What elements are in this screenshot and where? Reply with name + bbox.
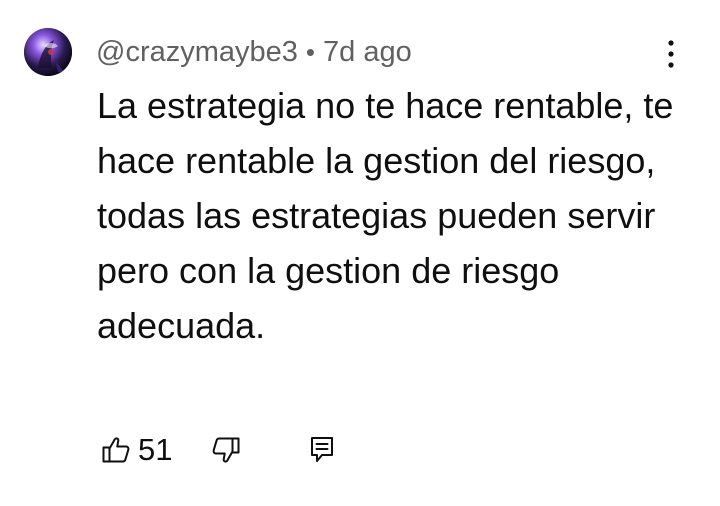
- avatar-image: [24, 28, 72, 76]
- thumbs-down-icon: [213, 437, 240, 463]
- comment-timestamp[interactable]: 7d ago: [323, 36, 412, 69]
- dislike-button[interactable]: [206, 430, 246, 470]
- comment-meta: @crazymaybe3 • 7d ago: [96, 34, 412, 70]
- comment-actions: 51: [96, 428, 342, 472]
- more-options-button[interactable]: [656, 38, 686, 70]
- comment-text: La estrategia no te hace rentable, te ha…: [97, 85, 674, 346]
- author-name[interactable]: @crazymaybe3: [96, 36, 298, 69]
- more-vertical-icon: [668, 40, 674, 68]
- comment-card: @crazymaybe3 • 7d ago La estrategia no t…: [0, 0, 720, 506]
- reply-comment-icon: [311, 437, 334, 462]
- reply-button[interactable]: [302, 430, 342, 470]
- like-count: 51: [138, 432, 173, 467]
- meta-separator: •: [305, 36, 316, 67]
- avatar[interactable]: [24, 28, 72, 76]
- like-button[interactable]: [96, 430, 136, 470]
- thumbs-up-icon: [102, 437, 130, 463]
